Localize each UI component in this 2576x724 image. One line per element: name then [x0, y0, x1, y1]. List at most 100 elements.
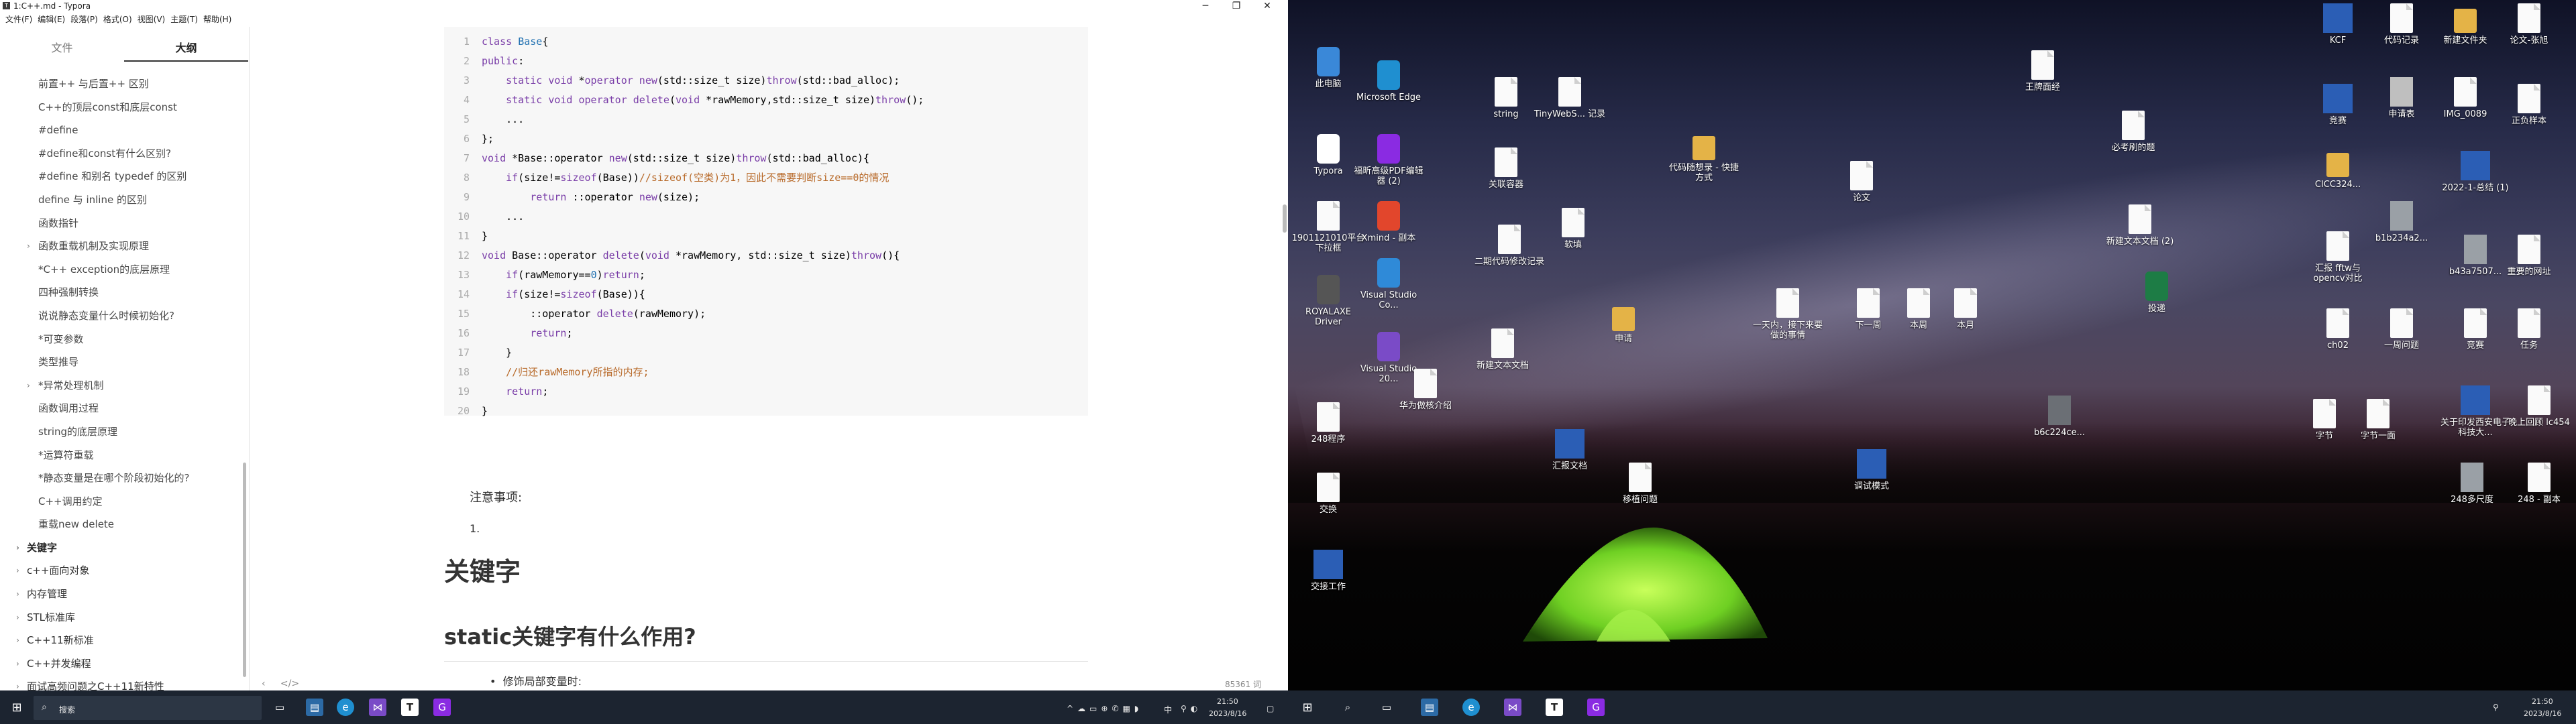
typora-taskbar-icon-2[interactable]: T: [1546, 699, 1563, 716]
chevron-right-icon[interactable]: ›: [16, 629, 19, 652]
desktop-icon[interactable]: 晚上回顾 lc454: [2502, 385, 2576, 428]
outline-item[interactable]: string的底层原理: [0, 420, 248, 444]
desktop-icon[interactable]: 248程序: [1291, 402, 1365, 444]
desktop-icon[interactable]: 新建文本文档: [1466, 328, 1540, 371]
outline-item[interactable]: define 与 inline 的区别: [0, 188, 248, 212]
outline-item[interactable]: › 关键字: [0, 536, 248, 560]
desktop-icon[interactable]: 二期代码修改记录: [1472, 225, 1546, 267]
desktop-icon[interactable]: 新建文件夹: [2428, 3, 2502, 46]
visual-studio-icon-2[interactable]: ⋈: [1504, 699, 1521, 716]
desktop-icon[interactable]: 调试模式: [1835, 449, 1909, 491]
desktop-icon[interactable]: 论文-张旭: [2492, 3, 2566, 46]
search-icon-2[interactable]: ⌕: [1339, 699, 1356, 716]
outline-item[interactable]: › C++11新标准: [0, 629, 248, 652]
desktop-icon[interactable]: CICC324...: [2301, 147, 2375, 190]
maximize-icon[interactable]: ❐: [1221, 0, 1252, 12]
typora-taskbar-icon[interactable]: T: [401, 699, 419, 716]
desktop-icon[interactable]: 投递: [2120, 272, 2194, 314]
desktop-icon[interactable]: 关联容器: [1469, 147, 1543, 190]
chevron-right-icon[interactable]: ›: [16, 536, 19, 560]
pdf-editor-icon[interactable]: G: [433, 699, 451, 716]
desktop-icon[interactable]: 2022-1-总结 (1): [2438, 151, 2512, 193]
desktop-icon[interactable]: b1b234a2...: [2365, 201, 2438, 243]
chevron-right-icon[interactable]: ›: [27, 235, 30, 258]
desktop-icon[interactable]: 王牌面经: [2006, 50, 2080, 93]
code-block[interactable]: 1 class Base{2 public: 3 static void *opera…: [444, 27, 1088, 417]
outline-item[interactable]: C++调用约定: [0, 490, 248, 514]
tab-outline[interactable]: 大纲: [124, 35, 248, 62]
desktop-icon[interactable]: 重要的网址: [2492, 235, 2566, 277]
desktop-icon[interactable]: 字节一面: [2341, 399, 2415, 441]
desktop-icon[interactable]: 交接工作: [1291, 550, 1365, 592]
menu-format[interactable]: 格式(O): [103, 13, 132, 25]
menu-paragraph[interactable]: 段落(P): [70, 13, 98, 25]
desktop-icon[interactable]: TinyWebS... 记录: [1533, 77, 1607, 119]
desktop-icon[interactable]: 交换: [1291, 473, 1365, 515]
desktop-icon[interactable]: 本月: [1929, 288, 2002, 330]
word-count[interactable]: 85361 词: [1225, 678, 1261, 690]
tab-files[interactable]: 文件: [0, 35, 124, 62]
outline-item[interactable]: *静态变量是在哪个阶段初始化的?: [0, 467, 248, 490]
pdf-editor-icon-2[interactable]: G: [1587, 699, 1605, 716]
outline-item[interactable]: 前置++ 与后置++ 区别: [0, 72, 248, 96]
notification-icon[interactable]: ▢: [1267, 704, 1274, 713]
system-tray-icons[interactable]: ^☁▭⊕✆▦◗: [1067, 704, 1142, 713]
outline-item[interactable]: *可变参数: [0, 328, 248, 351]
desktop-icon[interactable]: 新建文本文档 (2): [2103, 204, 2177, 247]
desktop-icon[interactable]: Visual Studio Co...: [1352, 258, 1426, 310]
desktop-icon[interactable]: 申请: [1587, 302, 1660, 344]
source-mode-icon[interactable]: </>: [280, 678, 299, 689]
task-view-icon[interactable]: ▭: [271, 699, 288, 716]
desktop-icon[interactable]: Microsoft Edge: [1352, 60, 1426, 103]
outline-item[interactable]: › C++并发编程: [0, 652, 248, 676]
desktop-icon[interactable]: 任务: [2492, 308, 2566, 351]
menu-help[interactable]: 帮助(H): [203, 13, 231, 25]
outline-item[interactable]: › STL标准库: [0, 606, 248, 629]
desktop-icon[interactable]: 汇报文档: [1533, 429, 1607, 471]
outline-item[interactable]: #define: [0, 119, 248, 142]
task-view-icon-2[interactable]: ▭: [1378, 699, 1395, 716]
tray-network-icon[interactable]: ⚲: [2493, 703, 2499, 712]
editor-scrollbar[interactable]: [1283, 204, 1287, 233]
menu-theme[interactable]: 主题(T): [170, 13, 198, 25]
outline-item[interactable]: › 函数重载机制及实现原理: [0, 235, 248, 258]
desktop-icon[interactable]: 福昕高级PDF编辑器 (2): [1352, 134, 1426, 186]
chevron-right-icon[interactable]: ›: [27, 374, 30, 398]
toggle-sidebar-icon[interactable]: ‹: [262, 678, 266, 689]
ime-indicator[interactable]: 中: [1164, 704, 1172, 715]
desktop-icon[interactable]: 一周问题: [2365, 308, 2438, 351]
close-icon[interactable]: ✕: [1252, 0, 1283, 12]
desktop-icon[interactable]: 248 - 副本: [2502, 463, 2576, 505]
outline-item[interactable]: 类型推导: [0, 351, 248, 374]
outline-item[interactable]: 重载new delete: [0, 513, 248, 536]
desktop-icon[interactable]: 论文: [1825, 161, 1898, 203]
menu-view[interactable]: 视图(V): [138, 13, 166, 25]
edge-icon[interactable]: e: [337, 699, 354, 716]
windows-start-icon-2[interactable]: ⊞: [1299, 699, 1316, 716]
outline-item[interactable]: #define和const有什么区别?: [0, 142, 248, 166]
desktop-icon[interactable]: 移植问题: [1603, 463, 1677, 505]
desktop-icon[interactable]: 关于印发西安电子科技大...: [2438, 385, 2512, 438]
outline-item[interactable]: C++的顶层const和底层const: [0, 96, 248, 119]
desktop-icon[interactable]: ch02: [2301, 308, 2375, 351]
edge-icon-2[interactable]: e: [1462, 699, 1480, 716]
desktop-icon[interactable]: 248多尺度: [2435, 463, 2509, 505]
desktop-icon[interactable]: IMG_0089: [2428, 77, 2502, 119]
desktop-icon[interactable]: 正负样本: [2492, 84, 2566, 126]
chevron-right-icon[interactable]: ›: [16, 606, 19, 629]
desktop-icon[interactable]: 代码随想录 - 快捷方式: [1667, 131, 1741, 183]
desktop-icon[interactable]: 申请表: [2365, 77, 2438, 119]
desktop-icon[interactable]: b6c224ce...: [2023, 396, 2096, 438]
desktop-icon[interactable]: 软填: [1536, 208, 1610, 250]
desktop-icon[interactable]: 汇报 fftw与opencv对比: [2301, 231, 2375, 284]
outline-item[interactable]: *C++ exception的底层原理: [0, 258, 248, 282]
chevron-right-icon[interactable]: ›: [16, 652, 19, 676]
outline-item[interactable]: › c++面向对象: [0, 559, 248, 583]
chevron-right-icon[interactable]: ›: [16, 559, 19, 583]
desktop-icon[interactable]: Xmind - 副本: [1352, 201, 1426, 243]
visual-studio-icon[interactable]: ⋈: [369, 699, 386, 716]
minimize-icon[interactable]: ─: [1190, 0, 1221, 12]
outline-item[interactable]: #define 和别名 typedef 的区别: [0, 165, 248, 188]
outline-item[interactable]: › 内存管理: [0, 583, 248, 606]
desktop-icon[interactable]: 竞赛: [2301, 84, 2375, 126]
